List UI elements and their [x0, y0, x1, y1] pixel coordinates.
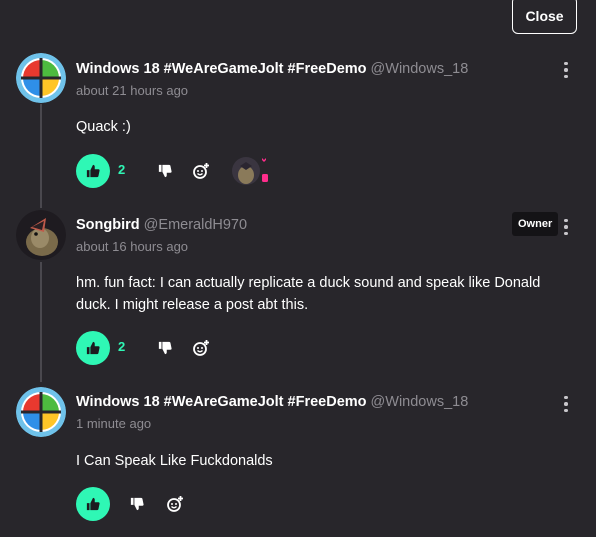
- windows-logo-avatar-icon: [16, 387, 66, 437]
- thumbs-down-icon: [130, 497, 144, 511]
- thumbs-up-icon: [86, 164, 100, 178]
- dislike-button[interactable]: [128, 495, 146, 513]
- windows-logo-avatar-icon: [16, 53, 66, 103]
- author-handle[interactable]: @Windows_18: [371, 394, 469, 410]
- avatar[interactable]: [16, 387, 66, 437]
- more-options-icon[interactable]: [558, 217, 574, 237]
- comment-text: Quack :): [76, 119, 131, 135]
- like-count[interactable]: 2: [118, 162, 125, 177]
- add-emoji-icon: [193, 163, 209, 179]
- comment-text: hm. fun fact: I can actually replicate a…: [76, 275, 541, 313]
- add-emoji-icon: [167, 496, 183, 512]
- thumbs-down-icon: [158, 341, 172, 355]
- dislike-button[interactable]: [156, 162, 174, 180]
- add-reaction-button[interactable]: [192, 162, 210, 180]
- author-handle[interactable]: @Windows_18: [371, 61, 469, 77]
- owner-badge: Owner: [512, 212, 559, 236]
- thumbs-up-icon: [86, 497, 100, 511]
- thumbs-down-icon: [158, 164, 172, 178]
- add-emoji-icon: [193, 340, 209, 356]
- bird-avatar-icon: [16, 210, 66, 260]
- like-button[interactable]: [76, 154, 110, 188]
- more-options-icon[interactable]: [558, 394, 574, 414]
- author-name[interactable]: Songbird: [76, 217, 140, 233]
- thread-line: [40, 104, 42, 208]
- author-name[interactable]: Windows 18 #WeAreGameJolt #FreeDemo: [76, 61, 367, 77]
- thumbs-up-icon: [86, 341, 100, 355]
- close-button[interactable]: Close: [512, 0, 577, 34]
- timestamp[interactable]: 1 minute ago: [76, 416, 468, 431]
- add-reaction-button[interactable]: [192, 339, 210, 357]
- thread-line: [40, 262, 42, 382]
- avatar[interactable]: [16, 53, 66, 103]
- bird-sticker-icon: [232, 157, 268, 185]
- author-handle[interactable]: @EmeraldH970: [144, 217, 247, 233]
- timestamp[interactable]: about 21 hours ago: [76, 83, 468, 98]
- more-options-icon[interactable]: [558, 60, 574, 80]
- reaction-sticker[interactable]: [230, 154, 268, 188]
- like-button[interactable]: [76, 331, 110, 365]
- timestamp[interactable]: about 16 hours ago: [76, 239, 247, 254]
- like-button[interactable]: [76, 487, 110, 521]
- comment-text: I Can Speak Like Fuckdonalds: [76, 453, 273, 469]
- like-count[interactable]: 2: [118, 339, 125, 354]
- avatar[interactable]: [16, 210, 66, 260]
- add-reaction-button[interactable]: [166, 495, 184, 513]
- dislike-button[interactable]: [156, 339, 174, 357]
- author-name[interactable]: Windows 18 #WeAreGameJolt #FreeDemo: [76, 394, 367, 410]
